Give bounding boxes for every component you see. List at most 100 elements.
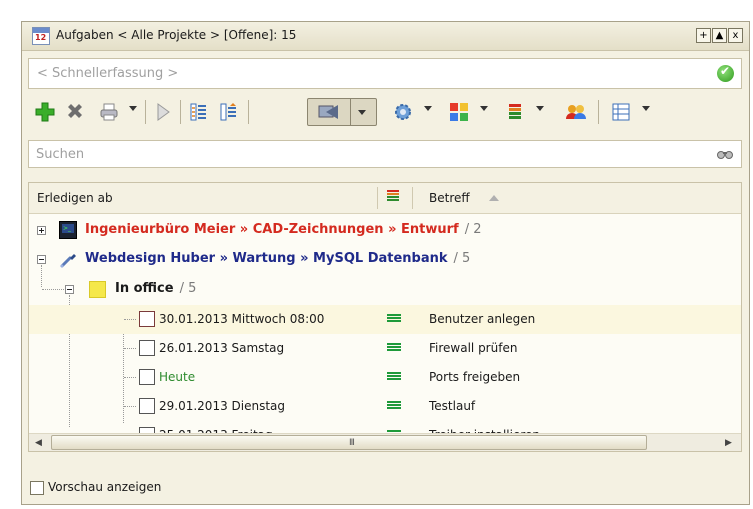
tree-line	[124, 348, 136, 349]
preview-checkbox[interactable]	[30, 480, 44, 495]
group-row[interactable]: >_ Ingenieurbüro Meier » CAD-Zeichnungen…	[29, 216, 741, 245]
tree-line	[124, 377, 136, 378]
table-row[interactable]: Heute Ports freigeben	[29, 363, 741, 392]
group-title: Webdesign Huber » Wartung » MySQL Datenb…	[85, 251, 470, 266]
collapse-toggle[interactable]	[65, 285, 74, 294]
layout-button[interactable]	[610, 100, 632, 124]
horizontal-scrollbar[interactable]: ◀ III ▶	[29, 433, 741, 451]
view-toggle-button[interactable]	[307, 98, 377, 126]
button-divider	[350, 99, 351, 125]
priority-low-icon	[387, 372, 401, 384]
priority-icon	[509, 104, 521, 119]
users-button[interactable]	[564, 100, 588, 124]
tree-collapse-icon	[190, 103, 206, 121]
collapse-toggle[interactable]	[37, 255, 46, 264]
priority-low-icon	[387, 314, 401, 326]
group-count: / 5	[453, 251, 471, 266]
subgroup-row[interactable]: In office / 5	[29, 275, 741, 304]
group-label: Ingenieurbüro Meier » CAD-Zeichnungen » …	[85, 222, 459, 237]
quick-entry-input[interactable]	[35, 65, 699, 82]
toolbar-separator	[180, 100, 181, 124]
tasks-window: 12 Aufgaben < Alle Projekte > [Offene]: …	[21, 21, 750, 505]
priority-low-icon	[387, 343, 401, 355]
layout-dropdown-arrow[interactable]	[642, 106, 650, 111]
tree-line	[124, 406, 136, 407]
view-icon	[318, 105, 338, 119]
colors-dropdown-arrow[interactable]	[480, 106, 488, 111]
settings-button[interactable]	[392, 100, 414, 124]
group-label: Webdesign Huber » Wartung » MySQL Datenb…	[85, 251, 448, 266]
toolbar-separator	[248, 100, 249, 124]
confirm-check-icon[interactable]	[717, 64, 734, 82]
colors-button[interactable]	[448, 100, 470, 124]
tree-expand-icon	[220, 103, 236, 121]
toolbar-separator	[598, 100, 599, 124]
priority-column-icon[interactable]	[387, 190, 399, 204]
tree-line	[42, 289, 64, 290]
preview-toggle[interactable]: Vorschau anzeigen	[30, 480, 161, 495]
subgroup-count: / 5	[179, 281, 197, 296]
toolbar-separator	[145, 100, 146, 124]
due-date-cell: 29.01.2013 Dienstag	[159, 399, 286, 413]
priority-low-icon	[387, 401, 401, 413]
sort-ascending-icon	[489, 195, 499, 201]
collapse-button[interactable]: ▲	[712, 28, 727, 43]
task-checkbox[interactable]	[139, 369, 155, 385]
table-row[interactable]: 30.01.2013 Mittwoch 08:00 Benutzer anleg…	[29, 305, 741, 334]
add-icon	[35, 102, 55, 122]
task-checkbox[interactable]	[139, 398, 155, 414]
table-row[interactable]: 29.01.2013 Dienstag Testlauf	[29, 392, 741, 421]
task-grid: Erledigen ab Betreff >_ Ingenieurbüro Me…	[28, 182, 742, 452]
dropper-icon	[60, 254, 76, 268]
column-separator	[412, 187, 413, 209]
subject-cell: Benutzer anlegen	[429, 312, 536, 326]
print-dropdown-arrow[interactable]	[129, 106, 137, 111]
priority-dropdown-arrow[interactable]	[536, 106, 544, 111]
collapse-tree-button[interactable]	[188, 100, 210, 124]
search-field	[28, 140, 742, 168]
scroll-left-arrow[interactable]: ◀	[35, 438, 42, 448]
scroll-grip: III	[349, 438, 355, 448]
users-icon	[566, 105, 586, 119]
scroll-thumb[interactable]: III	[51, 435, 647, 450]
group-row[interactable]: Webdesign Huber » Wartung » MySQL Datenb…	[29, 245, 741, 274]
close-button[interactable]: x	[728, 28, 743, 43]
column-subject-header[interactable]: Betreff	[429, 191, 470, 205]
calendar-icon: 12	[32, 27, 50, 45]
maximize-button[interactable]: +	[696, 28, 711, 43]
window-title: Aufgaben < Alle Projekte > [Offene]: 15	[56, 28, 297, 42]
view-dropdown-arrow[interactable]	[358, 110, 366, 115]
column-due-header[interactable]: Erledigen ab	[37, 191, 113, 205]
table-row[interactable]: 26.01.2013 Samstag Firewall prüfen	[29, 334, 741, 363]
priority-button[interactable]	[504, 100, 526, 124]
expand-toggle[interactable]	[37, 226, 46, 235]
group-count: / 2	[464, 222, 482, 237]
subgroup-label: In office	[115, 281, 174, 296]
subject-cell: Testlauf	[429, 399, 476, 413]
layout-icon	[612, 103, 630, 121]
expand-tree-button[interactable]	[218, 100, 240, 124]
start-button[interactable]	[152, 100, 174, 124]
task-checkbox[interactable]	[139, 311, 155, 327]
scroll-right-arrow[interactable]: ▶	[725, 438, 732, 448]
add-button[interactable]	[34, 100, 56, 124]
print-button[interactable]	[98, 100, 120, 124]
window-controls: + ▲ x	[696, 28, 743, 43]
yellow-tag-icon	[89, 281, 106, 298]
colors-icon	[450, 103, 468, 121]
settings-dropdown-arrow[interactable]	[424, 106, 432, 111]
gear-icon	[395, 104, 411, 120]
print-icon	[100, 103, 118, 121]
search-input[interactable]	[34, 146, 698, 163]
toolbar	[28, 94, 742, 130]
task-checkbox[interactable]	[139, 340, 155, 356]
quick-entry-field	[28, 58, 742, 89]
terminal-icon: >_	[59, 221, 77, 239]
binoculars-icon[interactable]	[717, 149, 733, 159]
subject-cell: Ports freigeben	[429, 370, 521, 384]
due-date-cell: 26.01.2013 Samstag	[159, 341, 285, 355]
delete-button[interactable]	[64, 100, 86, 124]
group-title: Ingenieurbüro Meier » CAD-Zeichnungen » …	[85, 222, 481, 237]
delete-icon	[68, 104, 82, 118]
title-bar: 12 Aufgaben < Alle Projekte > [Offene]: …	[22, 22, 749, 51]
